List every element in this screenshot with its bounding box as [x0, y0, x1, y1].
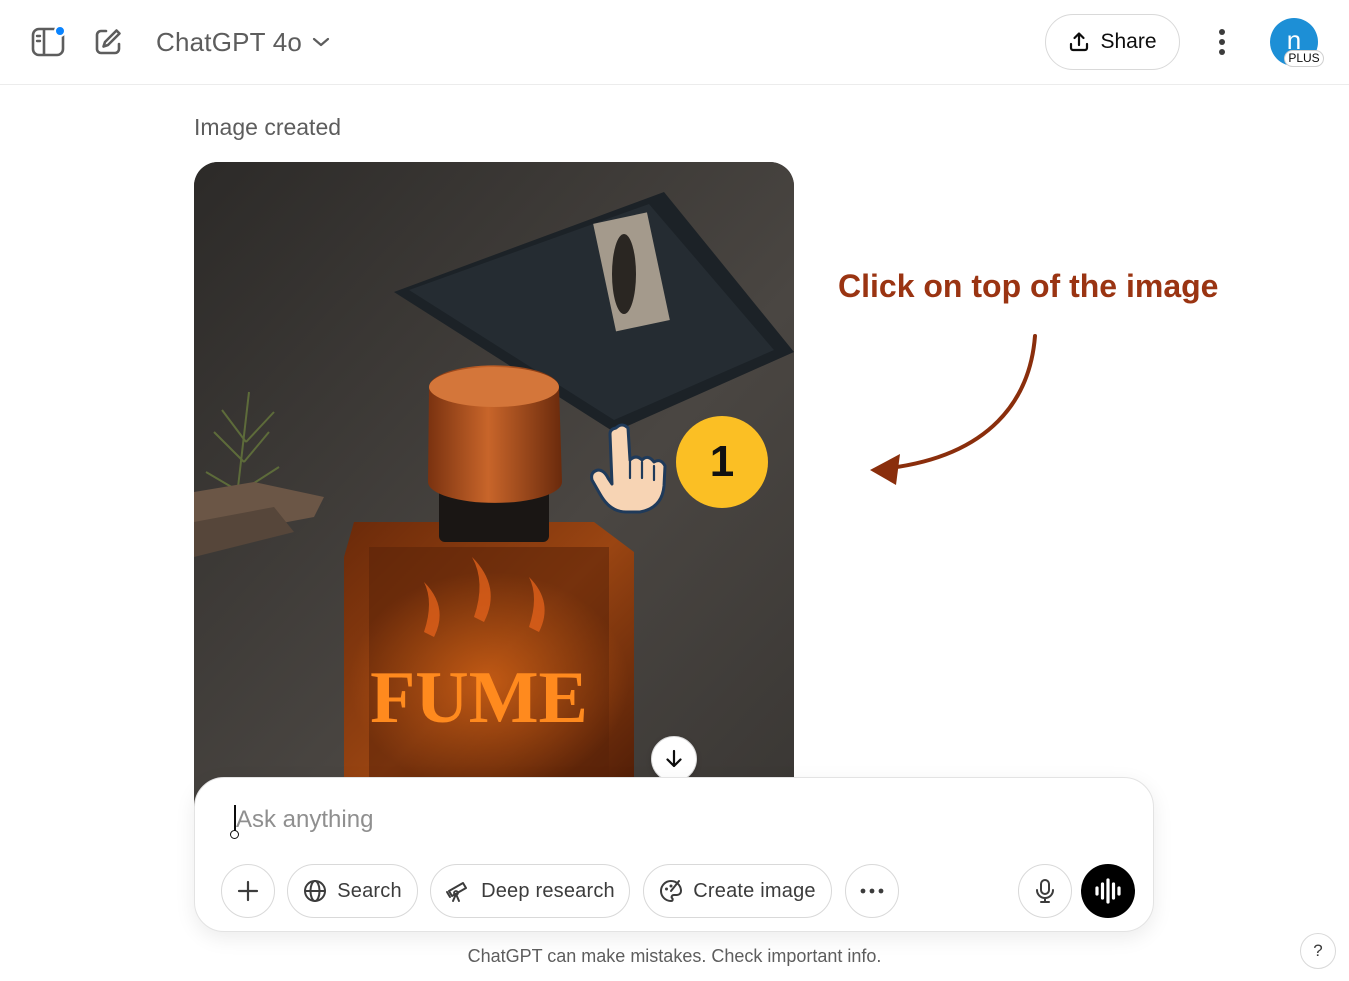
- chevron-down-icon: [312, 37, 330, 47]
- prompt-input[interactable]: [236, 802, 936, 838]
- new-chat-button[interactable]: [88, 22, 128, 62]
- deep-research-button[interactable]: Deep research: [430, 864, 630, 918]
- model-name: ChatGPT 4o: [156, 26, 303, 57]
- share-icon: [1070, 32, 1089, 52]
- new-chat-icon: [95, 29, 121, 55]
- globe-icon: [304, 880, 327, 902]
- step-number: 1: [709, 437, 735, 486]
- telescope-icon: [446, 882, 468, 902]
- more-vertical-icon: [1219, 29, 1225, 55]
- image-status-label: Image created: [194, 114, 342, 140]
- hand-pointer-icon: [590, 423, 667, 514]
- disclaimer: ChatGPT can make mistakes. Check importa…: [467, 946, 882, 966]
- deep-research-label: Deep research: [481, 879, 615, 902]
- arrow-down-icon: [666, 749, 682, 768]
- scroll-to-bottom-button[interactable]: [651, 736, 697, 782]
- help-button[interactable]: ?: [1300, 933, 1336, 969]
- text-cursor-handle: [230, 830, 239, 839]
- create-image-label: Create image: [693, 879, 816, 902]
- dictate-button[interactable]: [1018, 864, 1072, 918]
- plan-badge: PLUS: [1284, 50, 1324, 67]
- search-tool-button[interactable]: Search: [287, 864, 418, 918]
- share-button[interactable]: Share: [1045, 14, 1180, 70]
- bottle-label-text: FUME: [370, 657, 588, 739]
- annotation-instruction: Click on top of the image: [838, 268, 1219, 304]
- step-badge: 1: [676, 416, 768, 508]
- more-horizontal-icon: [860, 888, 884, 894]
- more-options-button[interactable]: [1202, 22, 1242, 62]
- notification-dot: [54, 25, 66, 37]
- plus-icon: [237, 880, 259, 902]
- palette-icon: [660, 879, 683, 903]
- top-bar: ChatGPT 4o Share n PLUS: [0, 0, 1349, 85]
- attach-button[interactable]: [221, 864, 275, 918]
- voice-mode-button[interactable]: [1081, 864, 1135, 918]
- share-label: Share: [1100, 30, 1157, 53]
- more-tools-button[interactable]: [845, 864, 899, 918]
- microphone-icon: [1036, 879, 1054, 903]
- create-image-button[interactable]: Create image: [643, 864, 832, 918]
- waveform-icon: [1095, 878, 1121, 904]
- curved-arrow-icon: [870, 334, 1037, 485]
- model-selector[interactable]: ChatGPT 4o: [156, 24, 330, 60]
- search-tool-label: Search: [337, 879, 402, 902]
